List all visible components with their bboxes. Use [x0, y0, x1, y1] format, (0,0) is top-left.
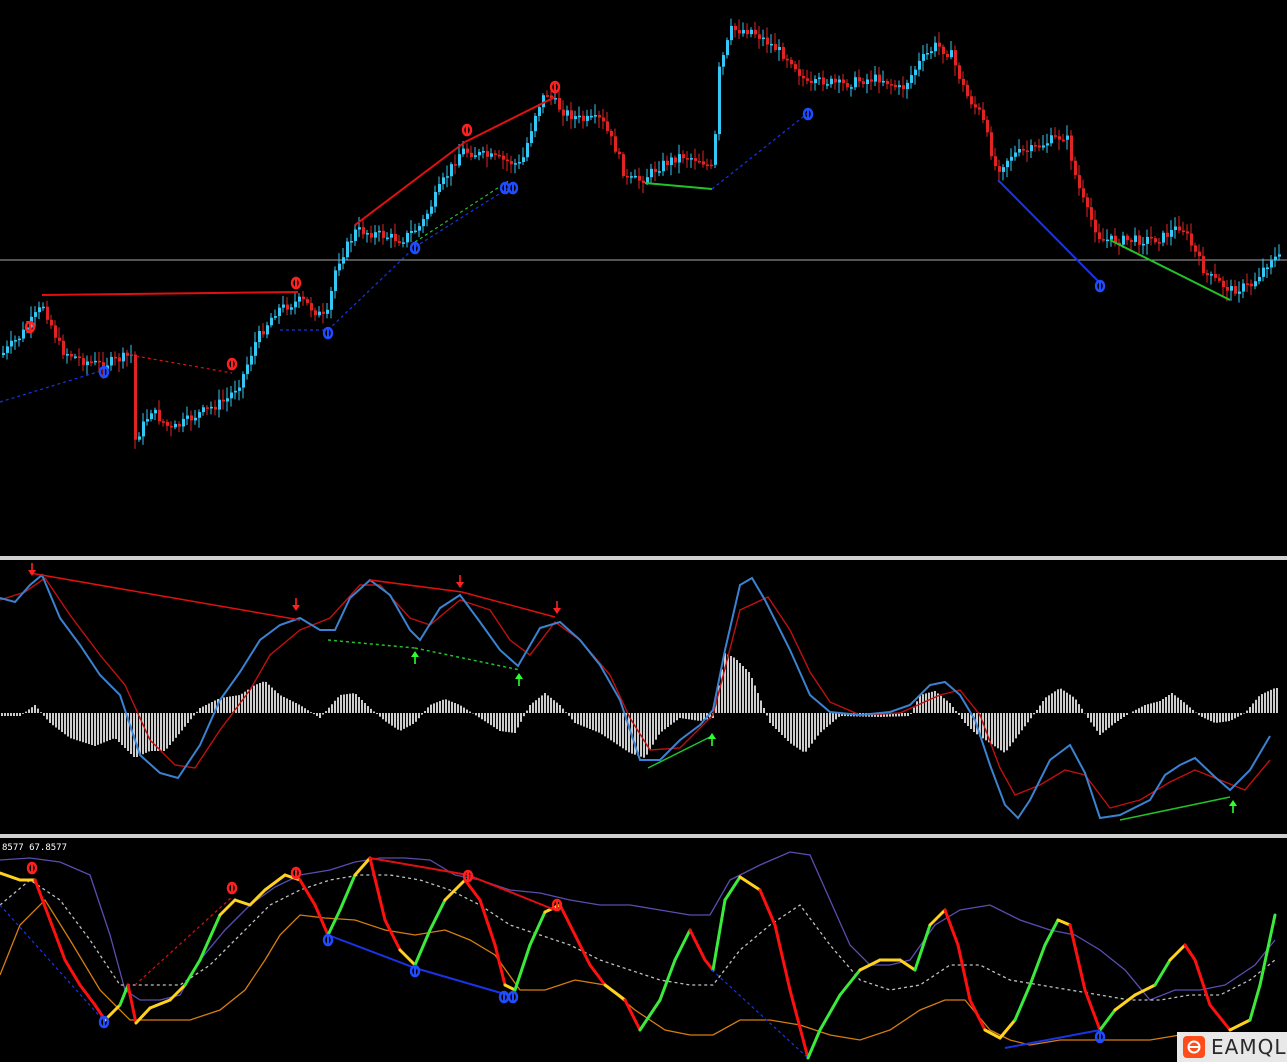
eamql-logo-icon [1183, 1036, 1205, 1058]
oscillator-main-segment [1013, 983, 1032, 1022]
oscillator-main-segment [738, 875, 762, 892]
eamql-logo-glyph [1187, 1040, 1201, 1054]
oscillator-main-segment [513, 943, 532, 992]
oscillator-main-segment [493, 943, 507, 987]
oscillator-divergence-line-5 [414, 967, 509, 996]
oscillator-main-segment [463, 878, 482, 902]
oscillator-main-segment [48, 918, 67, 962]
oscillator-main-segment [898, 958, 917, 972]
oscillator-main-segment [1098, 1008, 1117, 1032]
oscillator-main-segment [0, 871, 22, 882]
oscillator-main-segment [1028, 943, 1047, 987]
oscillator-main-segment [673, 928, 692, 962]
oscillator-divergence-line-0 [369, 857, 469, 876]
oscillator-main-segment [558, 903, 577, 937]
oscillator-main-segment [528, 910, 547, 947]
oscillator-main-segment [1228, 1018, 1252, 1032]
oscillator-main-segment [168, 983, 187, 1002]
oscillator-main-segment [1248, 983, 1262, 1022]
oscillator-main-segment [338, 873, 357, 912]
oscillator-main-segment [588, 963, 607, 987]
oscillator-main-segment [1208, 1003, 1232, 1032]
oscillator-main-segment [913, 923, 932, 972]
oscillator-main-segment [33, 878, 52, 922]
oscillator-main-segment [573, 933, 592, 967]
oscillator-main-segment [956, 943, 972, 1002]
oscillator-main-segment [478, 898, 497, 947]
oscillator-main-segment [383, 918, 402, 952]
oscillator-main-segment [773, 923, 792, 992]
oscillator-main-segment [998, 1018, 1017, 1040]
oscillator-main-segment [688, 928, 707, 962]
oscillator-main-segment [326, 908, 342, 937]
oscillator-main-segment [623, 998, 642, 1032]
oscillator-main-segment [233, 898, 252, 907]
oscillator-divergence-line-2 [134, 896, 233, 986]
oscillator-main-segment [78, 983, 97, 1007]
trading-chart[interactable] [0, 0, 1287, 1062]
oscillator-divergence-line-6 [711, 969, 809, 1059]
oscillator-main-segment [248, 888, 267, 907]
oscillator-main-segment [134, 1006, 152, 1025]
oscillator-pane[interactable] [0, 0, 1287, 1062]
oscillator-main-segment [218, 898, 237, 917]
oscillator-main-segment [603, 983, 627, 1002]
oscillator-main-segment [1068, 923, 1087, 992]
oscillator-main-segment [63, 958, 82, 987]
oscillator-main-segment [818, 993, 842, 1032]
oscillator-main-segment [1168, 943, 1187, 962]
oscillator-main-segment [968, 998, 987, 1032]
oscillator-main-segment [1193, 958, 1212, 1007]
indicator-value-readout: 8577 67.8577 [2, 843, 68, 853]
oscillator-main-segment [1056, 918, 1072, 927]
oscillator-main-segment [126, 983, 138, 1025]
oscillator-main-segment [1113, 993, 1137, 1012]
oscillator-main-segment [758, 888, 777, 927]
oscillator-main-segment [1043, 918, 1060, 947]
oscillator-main-segment [368, 856, 387, 922]
oscillator-main-segment [313, 903, 330, 937]
oscillator-main-segment [503, 983, 517, 992]
oscillator-main-segment [1183, 943, 1197, 962]
oscillator-main-segment [658, 958, 677, 1002]
oscillator-main-segment [1258, 913, 1277, 987]
watermark-logo: EAMQL [1177, 1032, 1287, 1062]
oscillator-main-segment [443, 878, 467, 902]
oscillator-main-segment [711, 898, 727, 972]
oscillator-main-segment [723, 875, 742, 902]
oscillator-divergence-line-7 [1004, 1029, 1101, 1049]
oscillator-main-segment [1153, 958, 1172, 987]
oscillator-main-segment [428, 898, 447, 932]
oscillator-main-segment [298, 878, 317, 907]
oscillator-main-segment [838, 968, 862, 997]
oscillator-main-segment [1083, 988, 1102, 1032]
watermark-text: EAMQL [1211, 1035, 1287, 1059]
oscillator-main-segment [198, 913, 222, 962]
oscillator-main-segment [806, 1028, 822, 1060]
oscillator-main-segment [148, 998, 172, 1010]
